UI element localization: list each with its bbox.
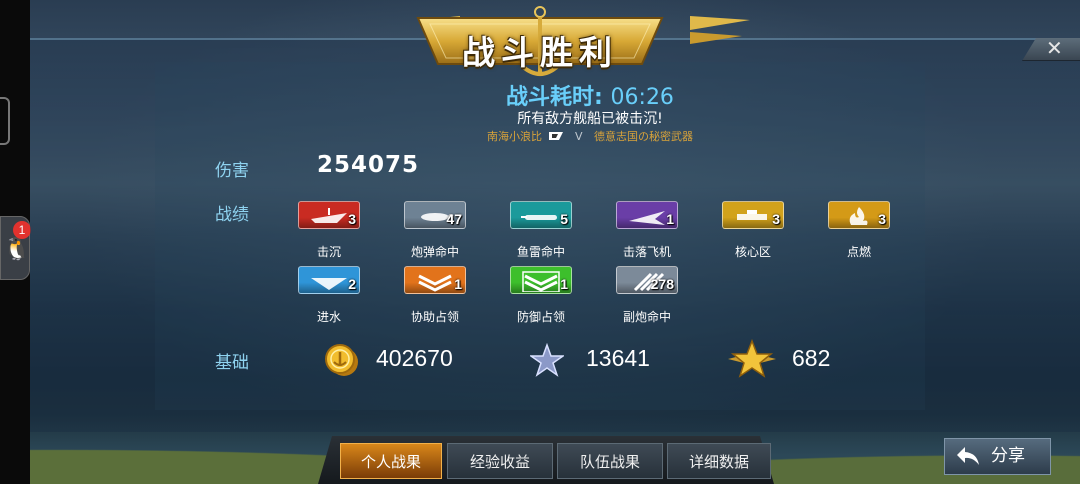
achievement-badge[interactable]: 47 <box>404 201 466 229</box>
achievement-badge[interactable]: 278 <box>616 266 678 294</box>
right-wing-ornament <box>690 16 750 44</box>
tab-3[interactable]: 详细数据 <box>667 443 771 479</box>
share-arrow-icon <box>957 447 979 465</box>
achievement-label: 副炮命中 <box>622 310 671 324</box>
title-banner: 战斗胜利 <box>416 6 664 76</box>
fire-icon <box>849 207 868 225</box>
result-message: 所有敌方舰船已被击沉! <box>517 111 663 127</box>
player-team-name: 南海小浪比 <box>486 130 542 143</box>
enemy-team-name: 德意志国の秘密武器 <box>594 130 694 143</box>
base-rewards-label: 基础 <box>215 353 249 373</box>
achievement-label: 进水 <box>316 310 341 324</box>
achievement-badge[interactable]: 1 <box>404 266 466 294</box>
achievement-count: 3 <box>348 211 356 227</box>
achievement-badge[interactable]: 5 <box>510 201 572 229</box>
flag-icon <box>549 132 564 140</box>
torpedo-hit-icon <box>521 215 557 220</box>
achievement-label: 炮弹命中 <box>410 245 459 259</box>
achievement-label: 鱼雷命中 <box>516 245 565 259</box>
silver-star-icon <box>530 343 564 377</box>
achievement-count: 278 <box>650 276 674 292</box>
battle-duration: 战斗耗时: 06:26 <box>430 79 750 111</box>
flooding-icon <box>311 278 347 290</box>
duration-label: 战斗耗时: <box>506 85 603 110</box>
gold-star-icon <box>728 339 776 378</box>
damage-label: 伤害 <box>215 161 249 181</box>
achievement-label: 击落飞机 <box>622 245 671 259</box>
ship-sinking-icon <box>311 208 347 223</box>
achievement-badge[interactable]: 1 <box>510 266 572 294</box>
coin-value: 402670 <box>376 345 453 371</box>
gold-star-value: 682 <box>792 345 831 371</box>
side-drawer-handle[interactable] <box>0 97 10 145</box>
achievement-label: 防御占领 <box>516 310 565 324</box>
achievement-count: 2 <box>348 276 356 292</box>
close-icon[interactable]: ✕ <box>1046 36 1063 60</box>
penguin-icon: 🐧 <box>3 237 31 262</box>
achievement-count: 1 <box>560 276 568 292</box>
achievement-count: 5 <box>560 211 568 227</box>
achievement-label: 点燃 <box>846 245 871 259</box>
share-button[interactable]: 分享 <box>944 438 1051 475</box>
defend-capture-icon <box>522 271 560 292</box>
achievement-label: 击沉 <box>316 245 341 259</box>
notification-badge: 1 <box>13 221 31 239</box>
tab-2[interactable]: 队伍战果 <box>557 443 663 479</box>
share-label: 分享 <box>991 446 1025 466</box>
duration-time: 06:26 <box>610 85 674 110</box>
achievements-label: 战绩 <box>215 205 249 225</box>
achievement-count: 47 <box>446 211 462 227</box>
achievement-badge[interactable]: 2 <box>298 266 360 294</box>
plane-shootdown-icon <box>629 211 665 225</box>
damage-value: 254075 <box>317 152 420 178</box>
matchup: 南海小浪比 V 德意志国の秘密武器 <box>430 128 750 144</box>
achievement-label: 核心区 <box>734 245 771 259</box>
achievement-badge[interactable]: 3 <box>722 201 784 229</box>
achievement-badge[interactable]: 3 <box>828 201 890 229</box>
achievement-count: 3 <box>772 211 780 227</box>
page-title: 战斗胜利 <box>462 33 618 72</box>
achievement-count: 1 <box>454 276 462 292</box>
achievement-badge[interactable]: 3 <box>298 201 360 229</box>
achievement-count: 1 <box>666 211 674 227</box>
silver-star-value: 13641 <box>586 345 650 371</box>
tab-0[interactable]: 个人战果 <box>340 443 442 479</box>
core-zone-icon <box>737 210 767 220</box>
achievement-label: 协助占领 <box>410 310 459 324</box>
gold-coin-icon <box>325 344 358 376</box>
tab-1[interactable]: 经验收益 <box>447 443 553 479</box>
achievement-count: 3 <box>878 211 886 227</box>
floating-qq-button[interactable]: 🐧 1 <box>0 216 31 280</box>
assist-capture-icon <box>418 274 452 292</box>
versus-label: V <box>574 130 583 143</box>
achievement-badge[interactable]: 1 <box>616 201 678 229</box>
